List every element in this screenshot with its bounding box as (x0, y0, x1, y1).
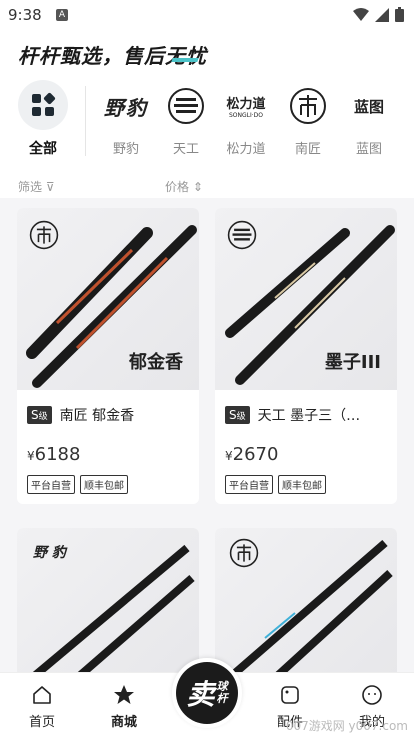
product-card[interactable]: 墨子III S级 天工 墨子三（… ¥2670 平台自营 顺丰包邮 (215, 208, 397, 504)
wifi-icon (353, 7, 369, 21)
brand-all[interactable]: 全部 (16, 80, 70, 158)
product-title: S级 南匠 郁金香 (27, 404, 189, 426)
product-image (215, 528, 397, 678)
brand-tiangong[interactable]: 天工 (158, 84, 214, 157)
grade-badge: S级 (27, 406, 52, 424)
home-icon (33, 686, 51, 704)
sort-icon: ⇕ (192, 180, 203, 194)
product-card[interactable]: 野 豹 (17, 528, 199, 678)
brand-all-label: 全部 (29, 141, 57, 157)
cue-image (232, 539, 393, 678)
filter-row: 筛选 ⊽ 价格 ⇕ (0, 170, 414, 200)
parts-icon (281, 686, 299, 704)
user-icon (362, 685, 382, 705)
brand-label: 蓝图 (355, 142, 382, 157)
product-title: S级 天工 墨子三（… (225, 404, 387, 426)
tag-self-operated: 平台自营 (225, 475, 273, 494)
page-slogan: 杆杆甄选，售后无忧 (18, 44, 207, 68)
price-sort-button[interactable]: 价格 ⇕ (165, 178, 203, 195)
songlidao-logo: 松力道 SONGLI·DO (226, 97, 266, 119)
star-icon (114, 685, 134, 704)
brand-label: 松力道 (226, 142, 266, 157)
signal-icon (375, 7, 389, 22)
product-card[interactable] (215, 528, 397, 678)
yebao-logo: 野豹 (104, 95, 148, 120)
product-price: ¥2670 (225, 444, 279, 465)
brand-lantu[interactable]: 蓝图 蓝图 (341, 84, 397, 158)
nanjiang-logo (280, 84, 336, 128)
cue-image (29, 544, 195, 678)
status-icons (353, 7, 404, 22)
product-image: 郁金香 (17, 208, 199, 390)
grade-badge: S级 (225, 406, 250, 424)
cue-name: 墨子III (324, 352, 381, 373)
brand-nanjiang[interactable]: 南匠 (280, 84, 336, 157)
product-image: 墨子III (215, 208, 397, 390)
product-price: ¥6188 (27, 444, 81, 465)
slogan-accent (171, 58, 199, 62)
status-time: 9:38 (8, 6, 42, 24)
grid-icon (18, 80, 68, 130)
status-bar: 9:38 A (0, 0, 414, 30)
tag-free-shipping: 顺丰包邮 (278, 475, 326, 494)
lantu-logo: 蓝图 (353, 97, 384, 116)
brand-songlidao[interactable]: 松力道 SONGLI·DO 松力道 (218, 84, 274, 157)
notification-badge: A (56, 9, 68, 21)
cue-name: 郁金香 (129, 352, 183, 373)
sell-cue-button[interactable]: 卖 球杆 (172, 658, 242, 728)
product-image: 野 豹 (17, 528, 199, 678)
watermark: 007游戏网 y007.com (285, 719, 408, 733)
brand-label: 天工 (172, 142, 199, 157)
product-card[interactable]: 郁金香 S级 南匠 郁金香 ¥6188 平台自营 顺丰包邮 (17, 208, 199, 504)
brand-label: 南匠 (294, 142, 321, 157)
brand-yebao[interactable]: 野豹 野豹 (98, 84, 154, 158)
tiangong-logo (158, 84, 214, 128)
nav-home[interactable]: 首页 (12, 683, 72, 730)
filter-button[interactable]: 筛选 ⊽ (18, 178, 55, 195)
battery-icon (395, 7, 404, 22)
funnel-icon: ⊽ (45, 180, 55, 194)
divider (85, 86, 86, 156)
tag-self-operated: 平台自营 (27, 475, 75, 494)
nav-mall[interactable]: 商城 (94, 683, 154, 730)
tag-free-shipping: 顺丰包邮 (80, 475, 128, 494)
brand-label: 野豹 (112, 142, 139, 157)
